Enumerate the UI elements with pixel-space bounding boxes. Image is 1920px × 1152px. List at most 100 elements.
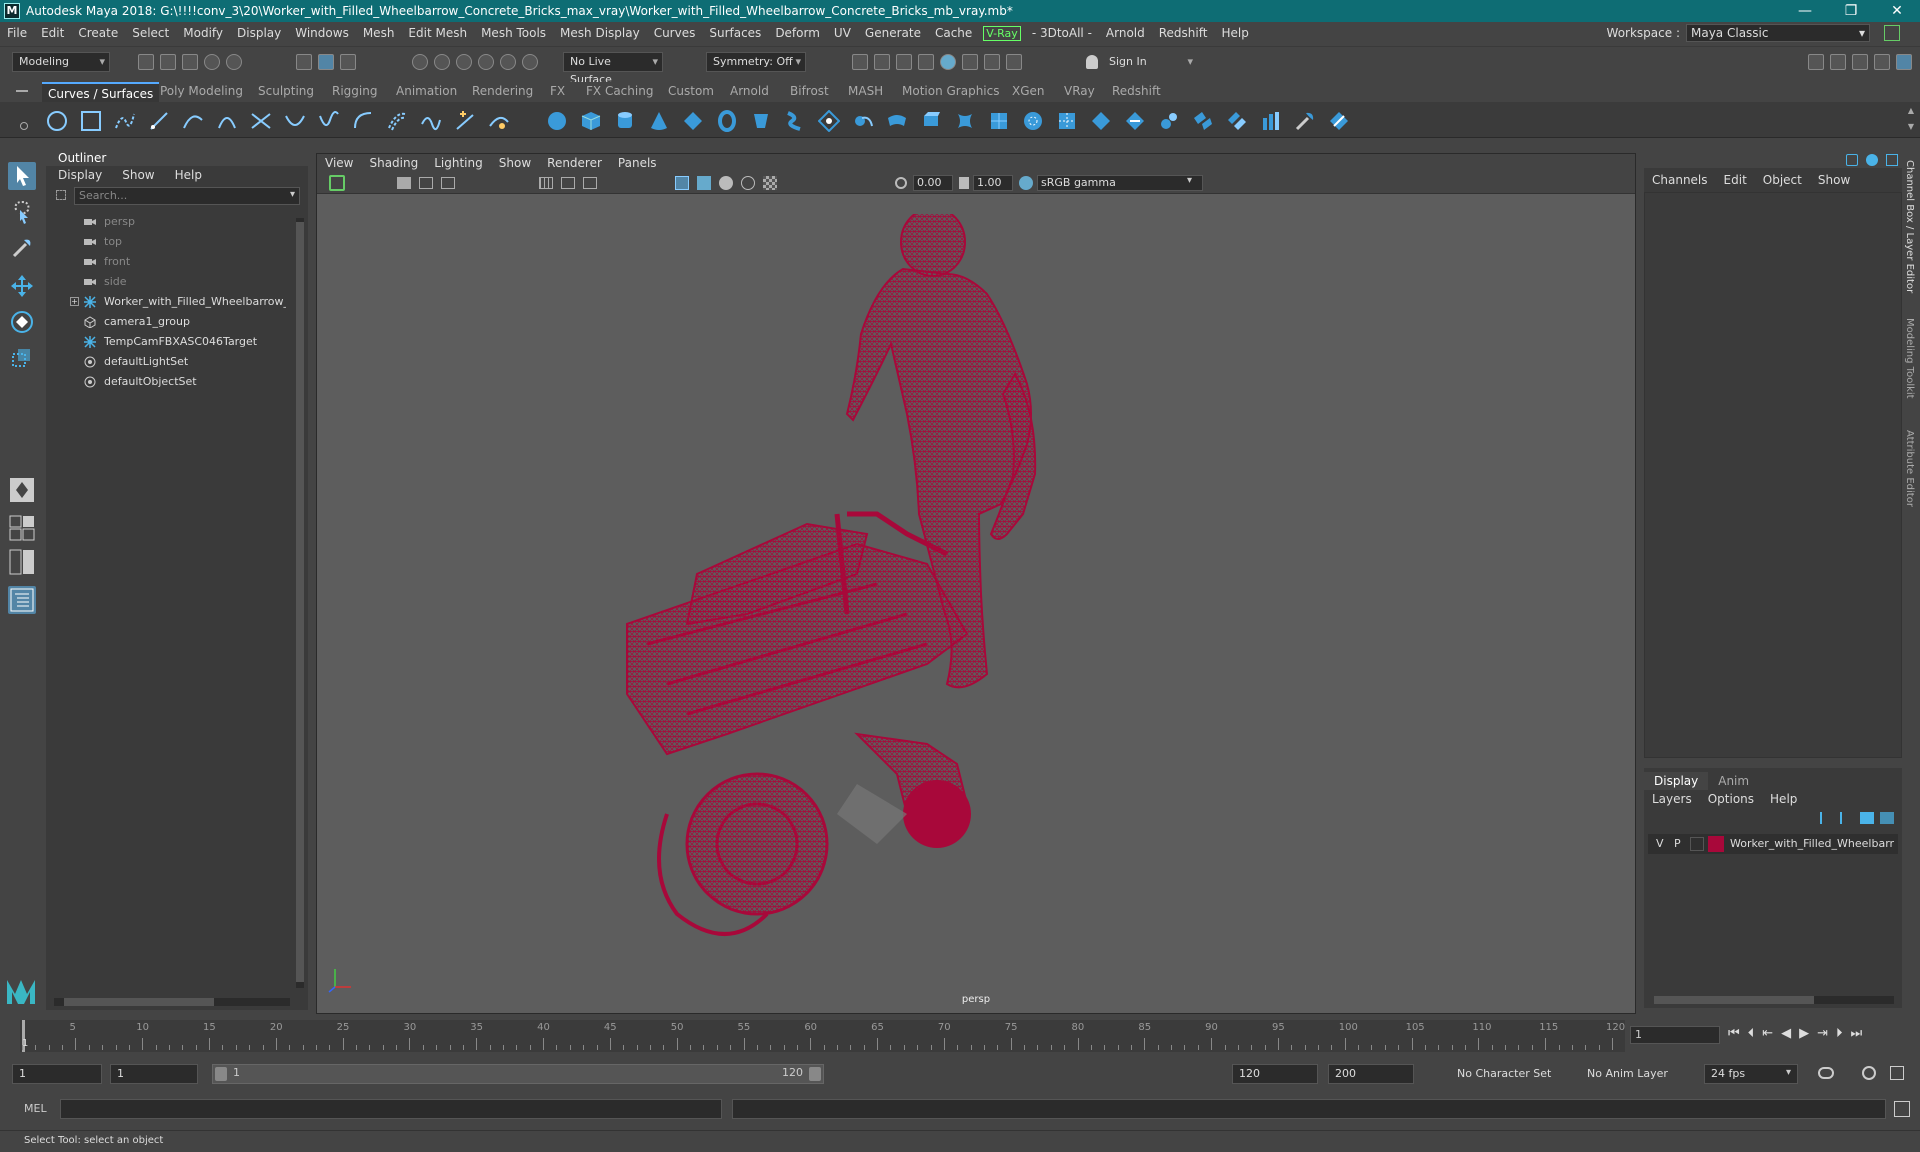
redo-icon[interactable] [226,54,242,70]
nurbs-cone-icon[interactable] [648,110,670,132]
menu-mesh-display[interactable]: Mesh Display [553,26,647,40]
expand-icon[interactable]: + [70,297,79,306]
layer-display-type-toggle[interactable] [1690,837,1704,851]
shelf-tab-poly-modeling[interactable]: Poly Modeling [160,84,243,98]
shelf-settings-icon[interactable] [20,122,28,130]
snap-view-plane-icon[interactable] [478,54,494,70]
shelf-tab-rendering[interactable]: Rendering [472,84,533,98]
outliner-item-side[interactable]: side [46,272,286,292]
menu-file[interactable]: File [0,26,34,40]
search-options-icon[interactable]: ▾ [290,189,295,200]
layer-help-menu[interactable]: Help [1770,792,1797,806]
outliner-item-default-light-set[interactable]: defaultLightSet [46,352,286,372]
shelf-tab-sculpting[interactable]: Sculpting [258,84,314,98]
render-view-icon[interactable] [962,54,978,70]
play-forwards-icon[interactable]: ▶ [1799,1026,1809,1041]
open-scene-icon[interactable] [160,54,176,70]
ep-curve-icon[interactable] [148,110,170,132]
hypershade-icon[interactable] [940,54,956,70]
render-frame-icon[interactable] [852,54,868,70]
xray-icon[interactable] [763,176,777,190]
outliner-vertical-scrollbar[interactable] [296,218,304,988]
menu-help[interactable]: Help [1214,26,1255,40]
tab-attribute-editor[interactable]: Attribute Editor [1904,430,1915,507]
channel-show-menu[interactable]: Show [1818,172,1850,188]
shelf-tab-fx-caching[interactable]: FX Caching [586,84,653,98]
use-all-lights-icon[interactable] [741,176,755,190]
new-layer-selected-icon[interactable] [1880,812,1894,824]
layer-editor-toggle-icon[interactable] [1896,54,1912,70]
rotate-tool-icon[interactable] [8,308,36,336]
color-management-icon[interactable] [1019,176,1033,190]
bevel-plus-icon[interactable] [920,110,942,132]
trim-tool-icon[interactable] [1090,110,1112,132]
menu-modify[interactable]: Modify [176,26,230,40]
menu-mesh-tools[interactable]: Mesh Tools [474,26,553,40]
go-to-start-icon[interactable]: ⏮ [1728,1026,1740,1041]
snap-surface-icon[interactable] [500,54,516,70]
shelf-tab-custom[interactable]: Custom [668,84,714,98]
tab-modeling-toolkit[interactable]: Modeling Toolkit [1904,318,1915,399]
select-component-icon[interactable] [340,54,356,70]
shelf-scroll-down-icon[interactable]: ▼ [1908,122,1914,131]
live-surface-field[interactable]: No Live Surface [563,52,663,86]
tab-channel-box-layer-editor[interactable]: Channel Box / Layer Editor [1904,160,1915,293]
move-layer-down-icon[interactable] [1840,812,1854,824]
outliner-item-worker-group[interactable]: + Worker_with_Filled_Wheelbarrow_Co [46,292,286,312]
menu-display[interactable]: Display [230,26,288,40]
menu-redshift[interactable]: Redshift [1152,26,1215,40]
channels-menu[interactable]: Channels [1652,172,1708,188]
nurbs-square-icon[interactable] [80,110,102,132]
playback-end-field[interactable]: 120 [1232,1064,1318,1084]
outliner-menu-display[interactable]: Display [58,166,102,184]
outliner-layout-icon[interactable] [8,586,36,614]
menu-generate[interactable]: Generate [858,26,928,40]
shelf-tab-xgen[interactable]: XGen [1012,84,1045,98]
channel-box-sync-icon[interactable] [1846,154,1858,166]
arc-tool-icon[interactable] [216,110,238,132]
channel-box-toggle-icon[interactable] [1874,54,1890,70]
add-points-icon[interactable] [454,110,476,132]
channel-box-settings-icon[interactable] [1866,154,1878,166]
viewport-menu-renderer[interactable]: Renderer [539,154,610,172]
rebuild-curve-icon[interactable] [420,110,442,132]
sculpt-geometry-icon[interactable] [1294,110,1316,132]
nurbs-torus-icon[interactable] [716,110,738,132]
wireframe-model[interactable] [607,214,1147,1004]
layers-menu[interactable]: Layers [1652,792,1692,806]
attach-curves-icon[interactable] [250,110,272,132]
animation-end-field[interactable]: 200 [1328,1064,1414,1084]
display-layer-row[interactable]: V P Worker_with_Filled_Wheelbarr [1648,834,1898,854]
image-plane-icon[interactable] [441,177,455,189]
untrim-icon[interactable] [1124,110,1146,132]
outliner-item-default-object-set[interactable]: defaultObjectSet [46,372,286,392]
menu-3dtoall[interactable]: - 3DtoAll - [1025,26,1099,40]
planar-icon[interactable] [818,110,840,132]
shelf-tab-mash[interactable]: MASH [848,84,883,98]
menu-create[interactable]: Create [71,26,125,40]
film-gate-icon[interactable] [561,177,575,189]
snap-vertex-icon[interactable] [522,54,538,70]
menu-select[interactable]: Select [125,26,176,40]
snap-curve-icon[interactable] [434,54,450,70]
color-space-chevron-down-icon[interactable]: ▾ [1187,175,1192,186]
current-frame-field[interactable]: 1 [1630,1026,1720,1044]
menu-surfaces[interactable]: Surfaces [702,26,768,40]
workspace-dropdown[interactable]: Maya Classic [1686,24,1870,42]
lasso-tool-icon[interactable] [8,198,36,226]
open-close-surfaces-icon[interactable] [1226,110,1248,132]
viewport-persp[interactable]: View Shading Lighting Show Renderer Pane… [316,153,1636,1014]
rebuild-surfaces-icon[interactable] [1328,110,1350,132]
exposure-icon[interactable] [895,177,907,189]
step-back-frame-icon[interactable]: ⏴ [1748,1026,1755,1041]
exposure-field[interactable]: 0.00 [913,175,953,191]
animation-prefs-icon[interactable] [1890,1066,1904,1080]
maximize-button[interactable]: ❐ [1828,0,1874,22]
outliner-item-top[interactable]: top [46,232,286,252]
scale-tool-icon[interactable] [8,344,36,372]
character-set-dropdown[interactable]: No Character Set [1450,1064,1566,1084]
script-editor-icon[interactable] [1894,1101,1910,1117]
range-end-handle[interactable] [809,1067,821,1081]
auto-key-icon[interactable] [1862,1066,1876,1080]
smooth-shading-icon[interactable] [697,176,711,190]
